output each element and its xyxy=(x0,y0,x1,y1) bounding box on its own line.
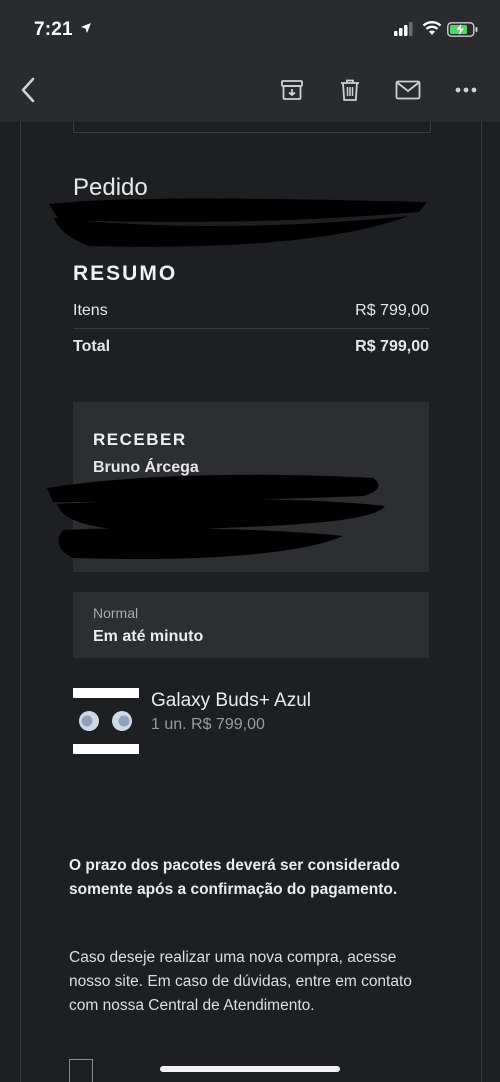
total-label: Total xyxy=(73,338,111,355)
email-view: 7:21 Pedido RESUMO Itens R$ 799,00 Total… xyxy=(0,0,500,1082)
location-arrow-icon xyxy=(81,23,91,33)
receive-title: RECEBER xyxy=(93,430,187,449)
delete-button[interactable] xyxy=(332,72,368,108)
archive-button[interactable] xyxy=(274,72,310,108)
mark-mail-button[interactable] xyxy=(390,72,426,108)
back-button[interactable] xyxy=(10,72,46,108)
product-qty-price: 1 un. R$ 799,00 xyxy=(151,716,265,733)
redaction-scribble xyxy=(49,198,427,247)
archive-icon xyxy=(281,80,303,100)
product-name: Galaxy Buds+ Azul xyxy=(151,690,312,711)
summary-title: RESUMO xyxy=(73,262,178,285)
more-button[interactable] xyxy=(448,72,484,108)
items-label: Itens xyxy=(73,302,108,319)
receive-panel: RECEBER Bruno Árcega xyxy=(47,402,429,572)
shipping-method: Normal xyxy=(93,605,139,621)
wifi-icon xyxy=(422,21,442,35)
total-value: R$ 799,00 xyxy=(355,338,429,355)
home-indicator[interactable] xyxy=(160,1066,340,1072)
summary-total-row: Total R$ 799,00 xyxy=(73,338,429,356)
shipping-panel: Normal Em até minuto xyxy=(73,592,429,658)
status-time: 7:21 xyxy=(34,19,73,40)
summary-items-row: Itens R$ 799,00 xyxy=(73,302,429,329)
cellular-signal-icon xyxy=(394,22,413,36)
more-icon xyxy=(455,87,477,93)
back-chevron-icon xyxy=(21,77,35,103)
earbuds-icon xyxy=(73,688,139,754)
redaction-scribble xyxy=(47,474,385,560)
mail-toolbar xyxy=(0,60,500,123)
footer-image-placeholder xyxy=(69,1059,93,1082)
mail-icon xyxy=(395,80,421,100)
contact-info: Caso deseje realizar uma nova compra, ac… xyxy=(69,949,412,1014)
status-bar: 7:21 xyxy=(0,0,500,60)
payment-notice: O prazo dos pacotes deverá ser considera… xyxy=(69,857,400,898)
email-body: Pedido RESUMO Itens R$ 799,00 Total R$ 7… xyxy=(20,122,482,1082)
divider xyxy=(73,122,431,133)
trash-icon xyxy=(341,79,359,101)
shipping-estimate: Em até minuto xyxy=(93,628,204,645)
items-value: R$ 799,00 xyxy=(355,302,429,319)
product-image xyxy=(73,688,139,754)
battery-charging-icon xyxy=(447,22,478,37)
